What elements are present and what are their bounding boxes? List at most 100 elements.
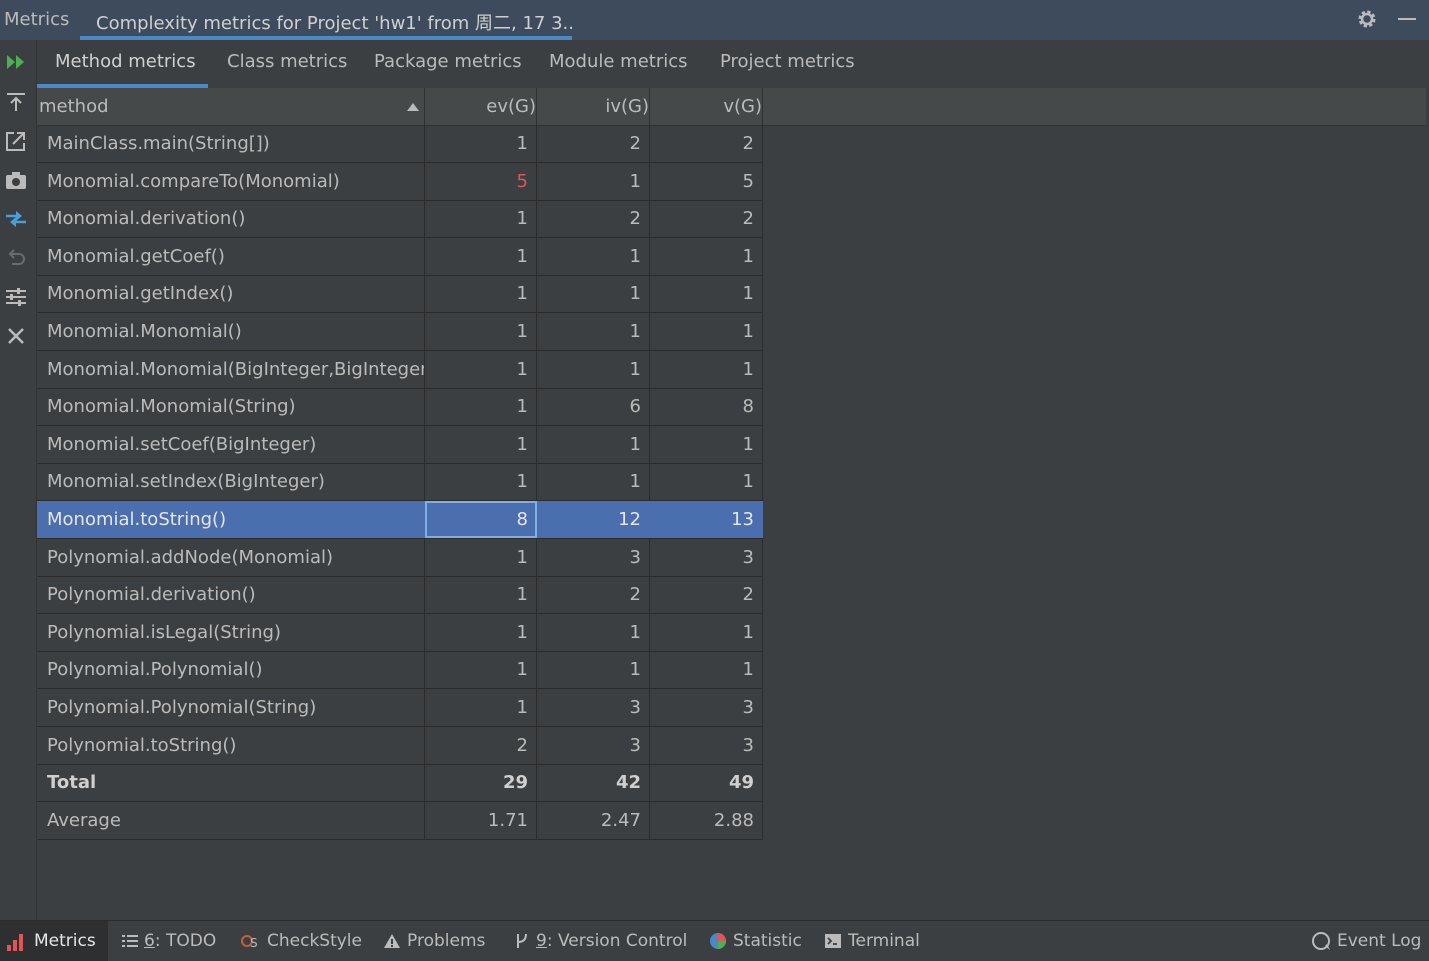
total-row[interactable]: Total 29 42 49 (37, 764, 763, 803)
table-row[interactable]: Polynomial.derivation() 1 2 2 (37, 576, 763, 615)
table-row[interactable]: Monomial.compareTo(Monomial) 5 1 5 (37, 162, 763, 201)
table-row[interactable]: Monomial.toString() 8 12 13 (37, 501, 763, 539)
table-row[interactable]: Monomial.Monomial(BigInteger,BigInteger)… (37, 350, 763, 389)
method-cell: Polynomial.isLegal(String) (37, 613, 425, 651)
close-icon[interactable] (4, 324, 28, 348)
tab-project-metrics[interactable]: Project metrics (702, 40, 873, 88)
table-row[interactable]: Polynomial.toString() 2 3 3 (37, 726, 763, 765)
content-tab-complexity[interactable]: Complexity metrics for Project 'hw1' fro… (80, 0, 572, 40)
gear-icon[interactable] (1356, 8, 1378, 30)
table-row[interactable]: MainClass.main(String[]) 1 2 2 (37, 125, 763, 163)
settings-sliders-icon[interactable] (4, 285, 28, 309)
table-row[interactable]: Polynomial.Polynomial() 1 1 1 (37, 651, 763, 690)
method-cell: Polynomial.addNode(Monomial) (37, 538, 425, 576)
table-row[interactable]: Polynomial.isLegal(String) 1 1 1 (37, 613, 763, 652)
metrics-tabs: Method metrics Class metrics Package met… (37, 40, 1429, 88)
compare-icon[interactable] (4, 207, 28, 231)
iv-cell: 1 (537, 313, 650, 350)
svg-text:S: S (250, 936, 258, 950)
ev-cell: 1 (425, 613, 537, 651)
v-cell: 2 (650, 125, 763, 162)
ev-cell: 1 (425, 388, 537, 426)
table-row[interactable]: Polynomial.addNode(Monomial) 1 3 3 (37, 538, 763, 577)
left-toolbar (0, 40, 37, 920)
ev-cell: 1 (425, 538, 537, 576)
metrics-tool-button[interactable]: Metrics (0, 921, 108, 961)
method-cell: Monomial.setIndex(BigInteger) (37, 463, 425, 501)
checkstyle-icon: S (241, 935, 258, 950)
v-cell: 3 (650, 689, 763, 726)
iv-cell: 1 (537, 275, 650, 313)
iv-cell: 12 (537, 501, 650, 538)
column-header-ev[interactable]: ev(G) (425, 88, 537, 125)
column-header-v[interactable]: v(G) (650, 88, 763, 125)
iv-cell: 3 (537, 538, 650, 576)
minimize-icon[interactable] (1398, 18, 1416, 20)
iv-cell: 1 (537, 425, 650, 463)
checkstyle-tool-button[interactable]: S CheckStyle (241, 921, 362, 961)
iv-cell: 1 (537, 162, 650, 200)
iv-cell: 2 (537, 576, 650, 614)
table-row[interactable]: Monomial.getCoef() 1 1 1 (37, 237, 763, 276)
metrics-label: Metrics (34, 931, 96, 951)
tab-package-metrics[interactable]: Package metrics (356, 40, 540, 88)
warning-icon (384, 934, 400, 948)
tab-class-metrics[interactable]: Class metrics (209, 40, 365, 88)
method-cell: Monomial.Monomial() (37, 313, 425, 350)
tab-method-metrics[interactable]: Method metrics (37, 40, 214, 88)
ev-cell: 5 (425, 162, 537, 200)
v-cell: 1 (650, 350, 763, 388)
v-cell: 1 (650, 425, 763, 463)
ev-cell: 1 (425, 275, 537, 313)
ev-cell: 1 (425, 463, 537, 501)
ev-cell: 1 (425, 425, 537, 463)
column-header-iv[interactable]: iv(G) (537, 88, 650, 125)
checkstyle-label: CheckStyle (267, 931, 362, 951)
ev-cell: 1 (425, 200, 537, 238)
terminal-tool-button[interactable]: Terminal (824, 921, 920, 961)
camera-icon[interactable] (4, 168, 28, 192)
table-row[interactable]: Monomial.Monomial() 1 1 1 (37, 313, 763, 351)
iv-cell: 42 (537, 764, 650, 802)
v-cell: 1 (650, 651, 763, 689)
column-header-method[interactable]: method (37, 88, 425, 125)
v-cell: 2 (650, 200, 763, 238)
list-icon (122, 935, 138, 947)
metrics-table: method ev(G) iv(G) v(G) MainClass.main(S… (37, 88, 1426, 920)
method-cell: Polynomial.Polynomial(String) (37, 689, 425, 726)
column-header-label: method (39, 96, 109, 117)
run-icon[interactable] (4, 50, 28, 74)
terminal-icon (825, 934, 841, 948)
open-external-icon[interactable] (4, 129, 28, 153)
ev-cell: 1 (425, 651, 537, 689)
method-cell: Monomial.compareTo(Monomial) (37, 162, 425, 200)
v-cell: 1 (650, 275, 763, 313)
vc-label: : Version Control (546, 931, 688, 951)
table-row[interactable]: Monomial.setIndex(BigInteger) 1 1 1 (37, 463, 763, 502)
statistic-label: Statistic (733, 931, 802, 951)
statistic-tool-button[interactable]: Statistic (709, 921, 802, 961)
average-row[interactable]: Average 1.71 2.47 2.88 (37, 801, 763, 840)
ev-cell: 1 (425, 576, 537, 614)
method-cell: Monomial.Monomial(BigInteger,BigInteger) (37, 350, 425, 388)
export-up-icon[interactable] (4, 90, 28, 114)
todo-tool-button[interactable]: 6: TODO (122, 921, 216, 961)
method-cell: Monomial.Monomial(String) (37, 388, 425, 426)
iv-cell: 1 (537, 350, 650, 388)
event-log-label: Event Log (1337, 931, 1422, 951)
table-row[interactable]: Monomial.setCoef(BigInteger) 1 1 1 (37, 425, 763, 464)
iv-cell: 2.47 (537, 801, 650, 839)
table-row[interactable]: Monomial.derivation() 1 2 2 (37, 200, 763, 239)
undo-icon[interactable] (4, 246, 28, 270)
table-row[interactable]: Monomial.getIndex() 1 1 1 (37, 275, 763, 314)
iv-cell: 3 (537, 689, 650, 726)
table-row[interactable]: Polynomial.Polynomial(String) 1 3 3 (37, 689, 763, 727)
table-row[interactable]: Monomial.Monomial(String) 1 6 8 (37, 388, 763, 427)
iv-cell: 1 (537, 613, 650, 651)
todo-label: : TODO (154, 931, 217, 951)
tab-module-metrics[interactable]: Module metrics (531, 40, 706, 88)
event-log-tool-button[interactable]: Event Log (1311, 921, 1421, 961)
problems-tool-button[interactable]: Problems (383, 921, 485, 961)
v-cell: 49 (650, 764, 763, 802)
version-control-tool-button[interactable]: 9: Version Control (514, 921, 687, 961)
